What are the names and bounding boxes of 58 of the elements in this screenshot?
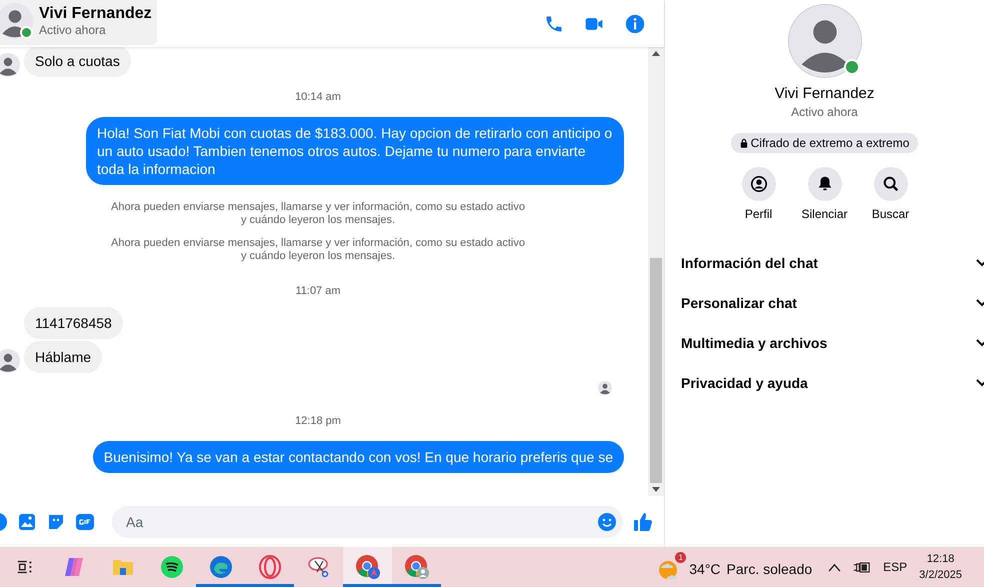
avatar-icon xyxy=(0,53,20,77)
incoming-message: Solo a cuotas xyxy=(24,47,131,77)
chevron-up-icon[interactable] xyxy=(828,562,842,572)
scrollbar-track[interactable] xyxy=(648,47,664,496)
profile-action-button[interactable]: Silenciar xyxy=(800,167,850,221)
weather-description: Parc. soleado xyxy=(726,561,812,577)
encryption-badge[interactable]: Cifrado de extremo a extremo xyxy=(730,133,918,153)
system-notice: Ahora pueden enviarse mensajes, llamarse y ver información, como su estado activo y cuándo leyeron los mensajes. xyxy=(110,201,526,227)
browser-icon xyxy=(404,554,430,580)
avatar-icon xyxy=(0,349,20,373)
scroll-down-arrow-icon[interactable] xyxy=(652,487,660,492)
browser-icon xyxy=(208,555,232,579)
notification-badge: 1 xyxy=(675,552,686,563)
section-header[interactable]: Privacidad y ayuda xyxy=(665,363,984,403)
profile-avatar-icon xyxy=(788,5,860,77)
battery-plug-icon[interactable] xyxy=(853,560,872,574)
language-indicator[interactable]: ESP xyxy=(883,560,908,574)
weather-widget[interactable]: 1 34°C Parc. soleado xyxy=(657,551,816,583)
contact-header[interactable]: Vivi Fernandez Activo ahora xyxy=(0,0,157,45)
system-notice: Ahora pueden enviarse mensajes, llamarse y ver información, como su estado activo y cuándo leyeron los mensajes. xyxy=(110,237,526,263)
contact-status: Activo ahora xyxy=(39,23,107,37)
contact-name: Vivi Fernandez xyxy=(39,5,152,23)
timestamp: 12:18 pm xyxy=(294,414,342,429)
temperature: 34°C xyxy=(689,561,721,577)
incoming-message: 1141768458 xyxy=(24,307,123,339)
image-icon[interactable] xyxy=(17,512,37,532)
scrollbar-thumb[interactable] xyxy=(650,258,662,483)
browser-icon xyxy=(258,555,282,579)
profile-status: Activo ahora xyxy=(791,105,858,119)
profile-icon xyxy=(742,167,776,201)
thumbs-up-icon[interactable] xyxy=(632,510,654,532)
profile-name: Vivi Fernandez xyxy=(774,85,874,102)
bell-icon xyxy=(808,167,842,201)
incoming-message: Háblame xyxy=(24,341,102,373)
section-header[interactable]: Personalizar chat xyxy=(665,283,984,323)
section-header[interactable]: Información del chat xyxy=(665,243,984,283)
profile-action-button[interactable]: Buscar xyxy=(866,167,916,221)
browser-icon xyxy=(354,554,380,580)
outgoing-message: Buenisimo! Ya se van a estar contactando con vos! En que horario preferis que se xyxy=(92,441,624,473)
timestamp: 10:14 am xyxy=(294,90,342,105)
emoji-icon[interactable] xyxy=(597,512,617,532)
profile-action-button[interactable]: Perfil xyxy=(734,167,784,221)
lock-icon xyxy=(740,138,748,148)
message-input[interactable]: Aa xyxy=(112,506,623,538)
outgoing-message: Hola! Son Fiat Mobi con cuotas de $183.000. Hay opcion de retirarlo con anticipo o un auto usado! Tambien tenemos otros autos. Dejame tu numero para enviarte toda la informacion xyxy=(86,117,624,185)
scissors-icon xyxy=(306,555,330,579)
clock[interactable]: 12:18 3/2/2025 xyxy=(919,551,962,583)
scroll-up-arrow-icon[interactable] xyxy=(652,51,660,56)
search-icon xyxy=(874,167,908,201)
task-view-icon xyxy=(16,558,34,576)
music-app-icon xyxy=(160,555,184,579)
gif-icon[interactable] xyxy=(75,512,95,532)
seen-avatar-icon xyxy=(598,381,612,395)
timestamp: 11:07 am xyxy=(294,284,342,299)
encryption-label: Cifrado de extremo a extremo xyxy=(750,136,910,150)
phone-icon[interactable] xyxy=(544,14,564,34)
section-header[interactable]: Multimedia y archivos xyxy=(665,323,984,363)
info-icon[interactable] xyxy=(624,12,646,34)
